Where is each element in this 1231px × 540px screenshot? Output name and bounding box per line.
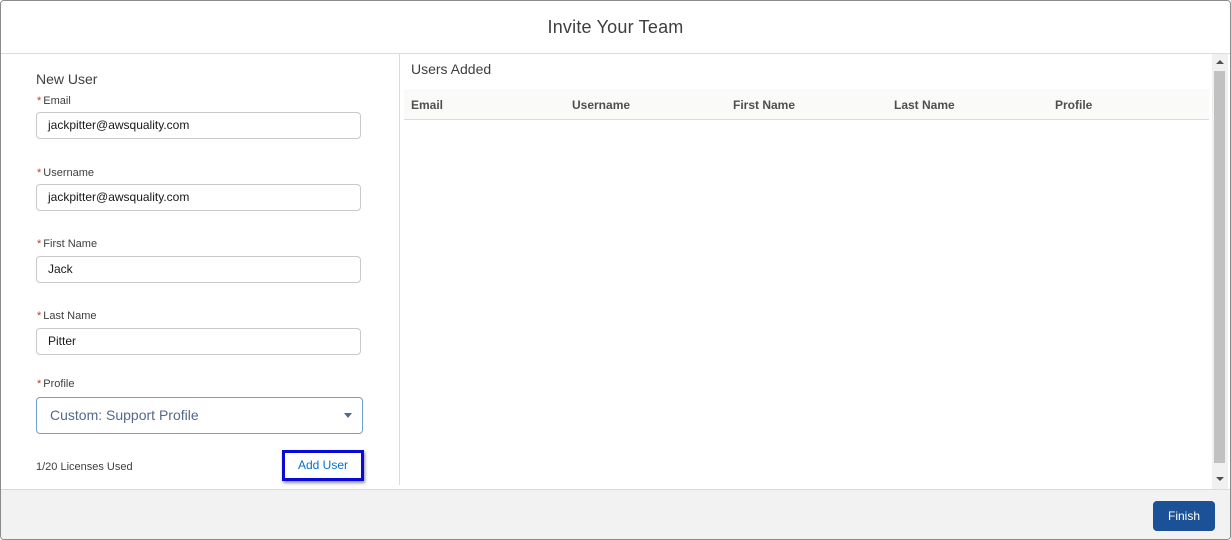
add-user-button[interactable]: Add User bbox=[282, 450, 364, 481]
last-name-label: * Last Name bbox=[37, 310, 96, 322]
users-added-panel: Users Added Email Username First Name La… bbox=[400, 54, 1212, 489]
finish-button[interactable]: Finish bbox=[1153, 501, 1215, 531]
new-user-form: New User * Email jackpitter@awsquality.co… bbox=[1, 54, 399, 489]
licenses-used-text: 1/20 Licenses Used bbox=[36, 461, 133, 473]
users-table-header: Email Username First Name Last Name Prof… bbox=[404, 89, 1209, 120]
new-user-heading: New User bbox=[36, 71, 98, 87]
required-marker: * bbox=[37, 378, 42, 390]
column-header-email: Email bbox=[411, 98, 444, 112]
username-label-text: Username bbox=[43, 167, 95, 179]
first-name-label-text: First Name bbox=[43, 238, 98, 250]
chevron-down-icon bbox=[344, 413, 352, 418]
email-label: * Email bbox=[37, 95, 71, 107]
scroll-down-arrow-icon[interactable] bbox=[1216, 477, 1224, 481]
users-added-heading: Users Added bbox=[411, 61, 492, 77]
username-label: * Username bbox=[37, 167, 94, 179]
required-marker: * bbox=[37, 310, 42, 322]
modal-footer: Finish bbox=[1, 489, 1230, 539]
required-marker: * bbox=[37, 167, 42, 179]
required-marker: * bbox=[37, 95, 42, 107]
column-header-first-name: First Name bbox=[733, 98, 796, 112]
first-name-field[interactable]: Jack bbox=[36, 256, 361, 283]
invite-team-modal: Invite Your Team New User * Email jackpit… bbox=[0, 0, 1231, 540]
first-name-label: * First Name bbox=[37, 238, 97, 250]
column-header-profile: Profile bbox=[1055, 98, 1093, 112]
profile-label: * Profile bbox=[37, 378, 74, 390]
email-field[interactable]: jackpitter@awsquality.com bbox=[36, 112, 361, 139]
column-header-username: Username bbox=[572, 98, 631, 112]
profile-label-text: Profile bbox=[43, 378, 75, 390]
last-name-field[interactable]: Pitter bbox=[36, 328, 361, 355]
profile-select[interactable]: Custom: Support Profile bbox=[36, 397, 363, 434]
column-header-last-name: Last Name bbox=[894, 98, 955, 112]
last-name-label-text: Last Name bbox=[43, 310, 97, 322]
modal-title: Invite Your Team bbox=[547, 17, 684, 37]
profile-select-value: Custom: Support Profile bbox=[50, 407, 199, 423]
scrollbar-thumb[interactable] bbox=[1214, 71, 1225, 463]
username-field[interactable]: jackpitter@awsquality.com bbox=[36, 184, 361, 211]
required-marker: * bbox=[37, 238, 42, 250]
scroll-up-arrow-icon[interactable] bbox=[1216, 60, 1224, 64]
vertical-scrollbar[interactable] bbox=[1212, 54, 1228, 489]
email-label-text: Email bbox=[43, 95, 71, 107]
modal-header: Invite Your Team bbox=[1, 1, 1230, 54]
